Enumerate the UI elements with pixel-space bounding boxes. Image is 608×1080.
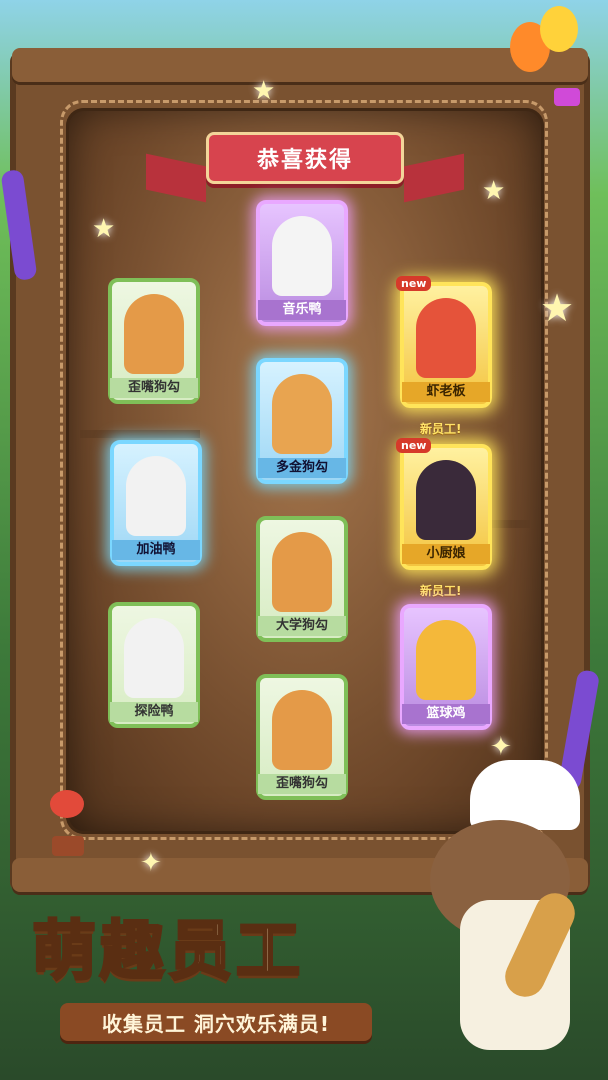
chef-hat-icon bbox=[470, 760, 580, 830]
employee-card[interactable]: 大学狗勾 bbox=[256, 516, 348, 642]
card-label: 歪嘴狗勾 bbox=[110, 378, 198, 398]
employee-card[interactable]: new 虾老板 bbox=[396, 276, 492, 408]
shiba-dog-portrait bbox=[272, 690, 332, 770]
bow-icon bbox=[554, 88, 580, 106]
tagline-banner: 收集员工 洞穴欢乐满员! bbox=[60, 1003, 372, 1041]
employee-card[interactable]: 加油鸭 bbox=[110, 440, 202, 566]
card-label: 歪嘴狗勾 bbox=[258, 774, 346, 794]
new-badge: new bbox=[396, 438, 432, 453]
new-badge: new bbox=[396, 276, 432, 291]
card-label: 小厨娘 bbox=[402, 544, 490, 564]
cheer-duck-portrait bbox=[126, 456, 186, 536]
star-icon: ★ bbox=[540, 286, 575, 330]
headline-title: 萌趣员工 bbox=[31, 914, 304, 991]
employee-card[interactable]: new 小厨娘 bbox=[396, 438, 492, 570]
college-dog-portrait bbox=[272, 532, 332, 612]
employee-card[interactable]: 多金狗勾 bbox=[256, 358, 348, 484]
employee-card[interactable]: 音乐鸭 bbox=[256, 200, 348, 326]
flower-pot-icon bbox=[52, 836, 84, 856]
card-label: 大学狗勾 bbox=[258, 616, 346, 636]
chef-bear-mascot bbox=[410, 760, 590, 1060]
balloon-yellow-icon bbox=[540, 6, 578, 52]
shrimp-boss-portrait bbox=[416, 298, 476, 378]
little-chef-girl-portrait bbox=[416, 460, 476, 540]
shiba-dog-portrait bbox=[124, 294, 184, 374]
employee-card[interactable]: 歪嘴狗勾 bbox=[108, 278, 200, 404]
card-label: 探险鸭 bbox=[110, 702, 198, 722]
star-icon: ✦ bbox=[490, 732, 512, 762]
employee-card[interactable]: 篮球鸡 bbox=[400, 604, 492, 730]
card-label: 篮球鸡 bbox=[402, 704, 490, 724]
employee-card[interactable]: 探险鸭 bbox=[108, 602, 200, 728]
tulip-icon bbox=[50, 790, 84, 818]
congrats-banner: 恭喜获得 bbox=[206, 132, 404, 184]
employee-card[interactable]: 歪嘴狗勾 bbox=[256, 674, 348, 800]
star-icon: ★ bbox=[92, 214, 116, 244]
explorer-duck-portrait bbox=[124, 618, 184, 698]
star-icon: ✦ bbox=[140, 848, 162, 878]
star-icon: ★ bbox=[482, 176, 506, 206]
card-label: 多金狗勾 bbox=[258, 458, 346, 478]
music-duck-portrait bbox=[272, 216, 332, 296]
card-label: 虾老板 bbox=[402, 382, 490, 402]
rich-dog-portrait bbox=[272, 374, 332, 454]
new-staff-note: 新员工! bbox=[420, 422, 462, 436]
new-staff-note: 新员工! bbox=[420, 584, 462, 598]
card-label: 音乐鸭 bbox=[258, 300, 346, 320]
card-label: 加油鸭 bbox=[112, 540, 200, 560]
basketball-chicken-portrait bbox=[416, 620, 476, 700]
star-icon: ★ bbox=[252, 76, 276, 106]
board-top-plank bbox=[12, 48, 588, 82]
